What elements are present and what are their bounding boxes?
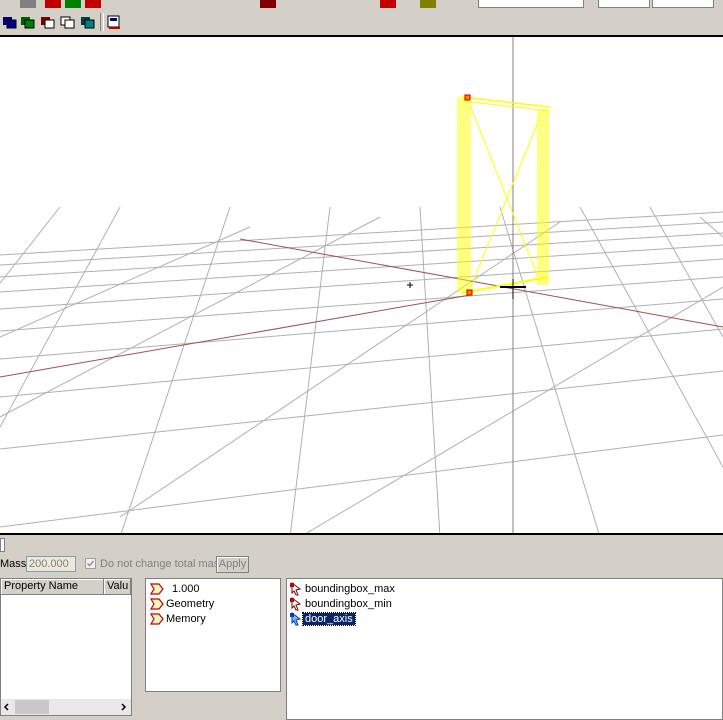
grid-line: [419, 206, 441, 533]
grid-line: [0, 258, 723, 310]
selection-list: boundingbox_max boundingbox_min door_axi…: [286, 578, 723, 720]
horizontal-scrollbar[interactable]: [1, 699, 131, 715]
toolbar-field[interactable]: [598, 0, 650, 8]
toolbar-field[interactable]: [652, 0, 714, 8]
3d-viewport[interactable]: [0, 35, 723, 535]
door-frame-line: [469, 116, 541, 290]
tree-panel-frame: [145, 692, 281, 718]
layer-red-icon[interactable]: [40, 14, 56, 30]
object-tree: 1.000 Geometry Memory: [145, 578, 281, 692]
keep-mass-checkbox[interactable]: [85, 558, 96, 569]
toolbar-button[interactable]: [20, 0, 36, 8]
grid-line: [649, 206, 723, 338]
grid-line: [305, 286, 723, 533]
tree-node-icon: [150, 598, 164, 610]
status-strip: [0, 536, 723, 552]
scene-canvas[interactable]: [0, 37, 723, 535]
apply-button[interactable]: Apply: [216, 556, 249, 573]
grid-line: [0, 216, 381, 418]
property-grid: Property Name Valu: [0, 578, 132, 716]
grid-line: [0, 211, 723, 256]
mass-row: Mass: Do not change total mass Apply: [0, 553, 723, 575]
toolbar-dropdown[interactable]: [478, 0, 584, 8]
tree-item-label: 1.000: [172, 583, 200, 595]
mass-input[interactable]: [26, 556, 76, 572]
column-header-value[interactable]: Valu: [104, 579, 131, 595]
scroll-left-icon[interactable]: [3, 703, 11, 711]
toolbar-button[interactable]: [260, 0, 276, 8]
list-item-label: boundingbox_max: [305, 583, 395, 595]
grid-line: [119, 221, 561, 518]
bounding-marker[interactable]: [466, 289, 473, 296]
toolbar-layers: [0, 10, 723, 34]
layer-properties-icon[interactable]: [106, 14, 122, 30]
grid-line: [120, 206, 231, 533]
grid-line: [0, 206, 121, 429]
z-axis-line: [239, 238, 723, 328]
list-item-label: boundingbox_min: [305, 598, 392, 610]
toolbar-button[interactable]: [65, 0, 81, 8]
status-field: [0, 538, 5, 552]
toolbar-button[interactable]: [45, 0, 61, 8]
tree-item-label: Memory: [166, 613, 206, 625]
grid-line: [0, 328, 723, 398]
column-header-property-name[interactable]: Property Name: [1, 579, 104, 595]
grid-line: [0, 434, 723, 528]
grid-line: [0, 298, 723, 360]
selection-arrow-icon: [290, 582, 302, 596]
x-axis-line: [0, 294, 471, 378]
toolbar-top: [0, 0, 723, 10]
grid-line: [0, 226, 251, 338]
toolbar-separator: [100, 13, 104, 31]
door-frame-line: [469, 104, 541, 283]
layer-outline-icon[interactable]: [60, 14, 76, 30]
toolbar-button[interactable]: [420, 0, 436, 8]
layer-green-icon[interactable]: [20, 14, 36, 30]
tree-item-label: Geometry: [166, 598, 215, 610]
layer-teal-icon[interactable]: [80, 14, 96, 30]
selection-arrow-icon: [290, 612, 302, 626]
grid-line: [0, 370, 723, 450]
toolbar-button[interactable]: [85, 0, 101, 8]
mass-label: Mass:: [0, 558, 30, 570]
toolbar-button[interactable]: [380, 0, 396, 8]
keep-mass-label: Do not change total mass: [100, 558, 225, 570]
list-item-label: door_axis: [302, 612, 356, 626]
selection-arrow-icon: [290, 597, 302, 611]
scroll-thumb[interactable]: [15, 700, 49, 714]
tree-node-icon: [150, 583, 164, 595]
checkmark-icon: [86, 560, 95, 567]
scroll-right-icon[interactable]: [119, 703, 127, 711]
tree-node-icon: [150, 613, 164, 625]
layer-blue-icon[interactable]: [2, 14, 18, 30]
bounding-marker[interactable]: [464, 94, 471, 101]
